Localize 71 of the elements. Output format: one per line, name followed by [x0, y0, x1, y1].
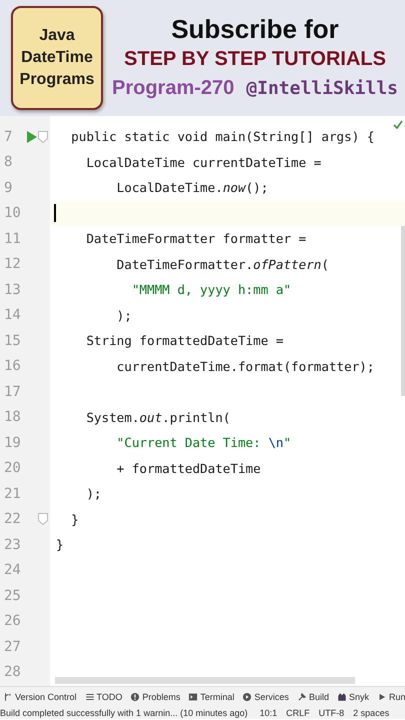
code-text: "MMMM d, yyyy h:mm a" [130, 282, 292, 298]
channel-handle: @IntelliSkills [246, 78, 398, 99]
badge-text: Programs [20, 70, 94, 90]
banner-headline: Subscribe for [171, 13, 339, 45]
line-number: 16 [3, 358, 22, 374]
line-number: 17 [3, 384, 22, 400]
status-item[interactable]: UTF-8 [318, 708, 344, 718]
line-number: 28 [3, 664, 22, 680]
terminal-icon [188, 692, 198, 702]
exclamation-icon [130, 692, 140, 702]
line-number: 13 [3, 282, 22, 298]
play-circle-icon [242, 692, 252, 702]
list-icon [84, 692, 95, 702]
line-number: 15 [3, 332, 22, 349]
status-message: Build completed successfully with 1 warnin... (10 minutes ago) [0, 708, 248, 718]
tool-window-button[interactable]: Snyk [336, 692, 369, 702]
status-item[interactable]: 2 spaces [353, 708, 390, 718]
code-text: ); [85, 486, 102, 502]
text-caret [54, 204, 56, 222]
line-number: 11 [3, 230, 22, 247]
code-text: currentDateTime.format(formatter); [116, 358, 374, 374]
code-text: } [70, 512, 79, 527]
line-number: 10 [3, 205, 22, 222]
banner-subheadline: STEP BY STEP TUTORIALS [124, 47, 386, 72]
tool-window-button[interactable]: Build [296, 692, 329, 702]
badge-text: Java [39, 26, 75, 46]
program-number: Program-270 [112, 76, 234, 101]
fold-icon[interactable] [38, 513, 48, 526]
code-text: System.out.println( [85, 410, 230, 425]
status-item[interactable]: CRLF [286, 708, 310, 718]
line-number: 19 [3, 434, 22, 451]
run-icon [376, 692, 387, 702]
code-text: "Current Date Time: \n" [116, 435, 292, 450]
line-number: 20 [3, 460, 22, 476]
tool-window-button[interactable]: Version Control [3, 692, 77, 702]
code-text: LocalDateTime currentDateTime = [85, 154, 322, 170]
status-item[interactable]: 10:1 [260, 708, 278, 718]
tool-window-button[interactable]: TODO [84, 692, 122, 702]
fold-icon[interactable] [38, 130, 48, 143]
code-text: public static void main(String[] args) { [70, 129, 374, 144]
code-text: + formattedDateTime [116, 460, 261, 476]
code-text: DateTimeFormatter formatter = [85, 231, 306, 246]
line-number: 25 [3, 588, 22, 604]
line-number: 26 [3, 613, 22, 630]
hammer-icon [296, 692, 307, 702]
line-number: 9 [3, 180, 14, 196]
line-number: 14 [3, 307, 22, 324]
line-number: 7 [3, 128, 14, 145]
line-number: 27 [3, 638, 22, 655]
line-number: 21 [3, 486, 22, 502]
branch-icon [3, 692, 13, 702]
check-icon [393, 120, 403, 130]
code-text: String formattedDateTime = [85, 333, 284, 348]
line-number: 22 [3, 511, 22, 528]
scrollbar[interactable] [55, 677, 355, 684]
tool-window-button[interactable]: Terminal [188, 692, 234, 702]
code-text: } [55, 537, 64, 552]
tool-window-button[interactable]: Run [376, 692, 405, 702]
line-number: 23 [3, 536, 22, 553]
code-text: LocalDateTime.now(); [116, 180, 268, 196]
scrollbar[interactable] [401, 226, 405, 396]
code-text: DateTimeFormatter.ofPattern( [116, 256, 329, 272]
tool-window-button[interactable]: Problems [130, 692, 180, 702]
line-number: 18 [3, 409, 22, 426]
run-icon[interactable] [26, 130, 37, 143]
line-number: 12 [3, 256, 22, 272]
line-number: 8 [3, 154, 14, 170]
code-text: ); [116, 308, 132, 323]
tool-window-button[interactable]: Services [242, 692, 289, 702]
line-number: 24 [3, 562, 22, 578]
badge-text: DateTime [21, 48, 93, 68]
